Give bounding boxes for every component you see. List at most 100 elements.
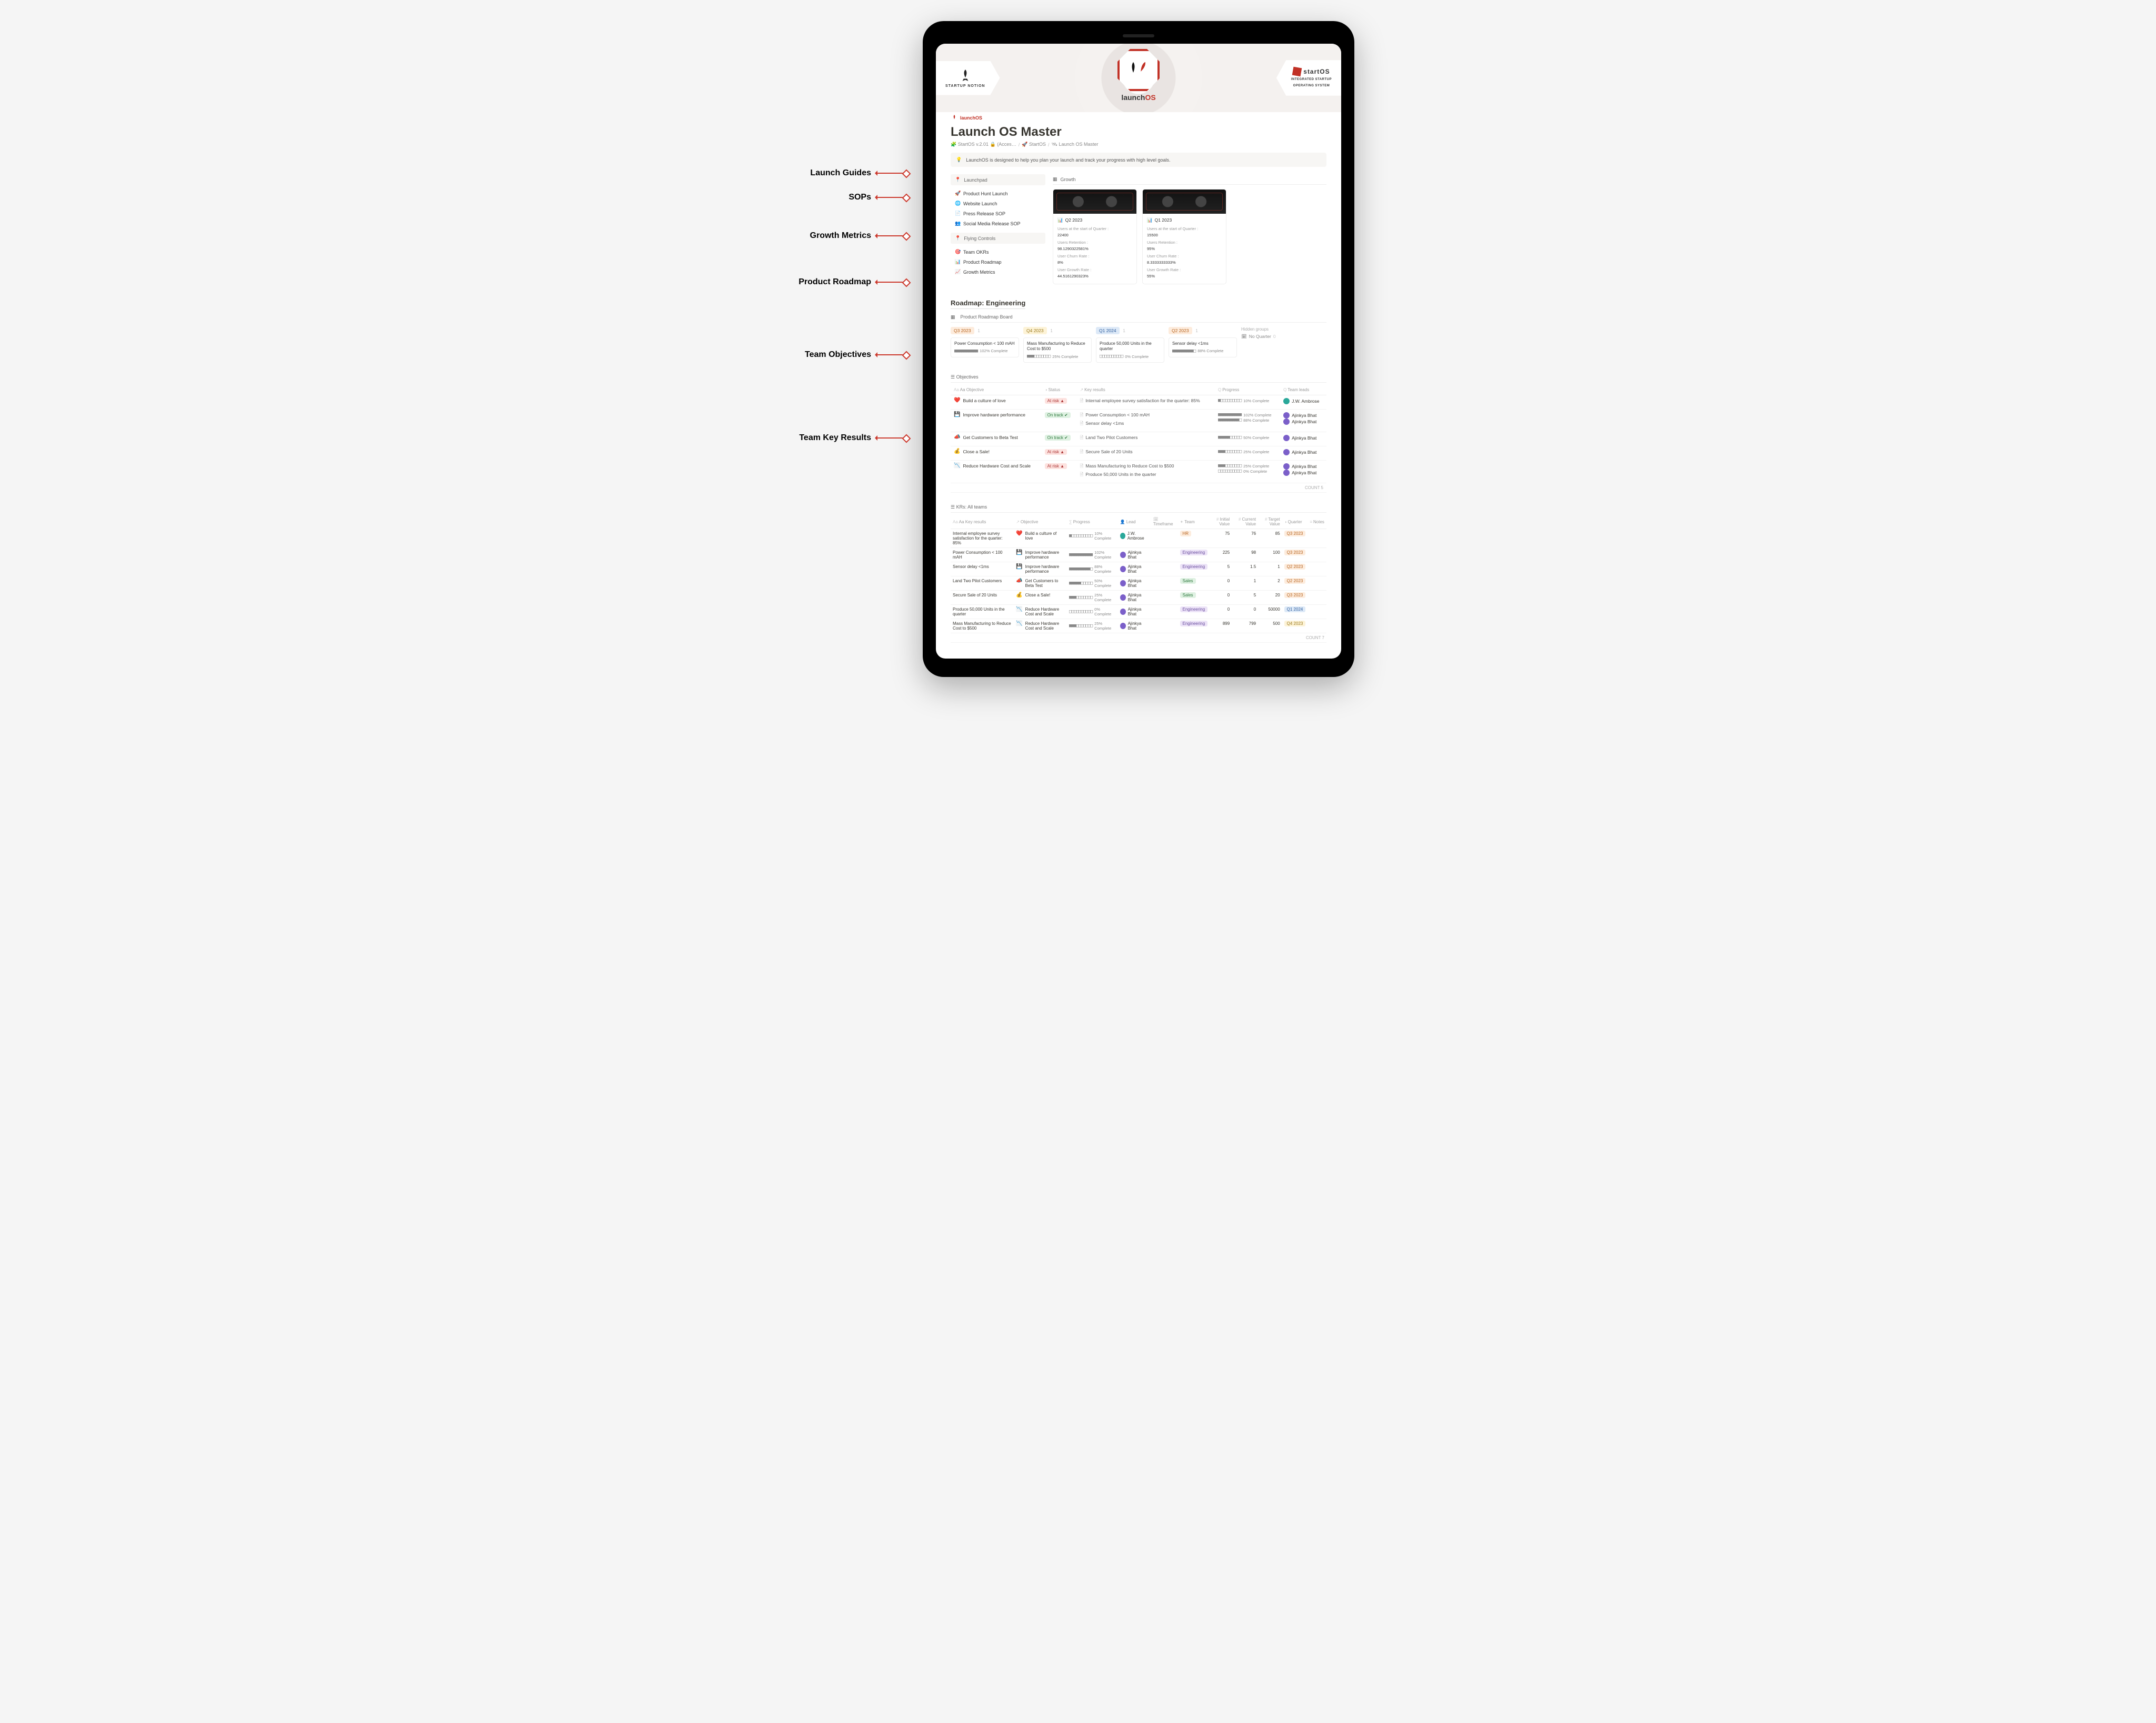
nav-item[interactable]: 🌐Website Launch (951, 198, 1045, 208)
nav-item[interactable]: 📊Product Roadmap (951, 257, 1045, 267)
kr-link[interactable]: 🗎Mass Manufacturing to Reduce Cost to $5… (1080, 463, 1211, 471)
breadcrumb-item[interactable]: 🚀 StartOS (1022, 142, 1046, 147)
doc-icon: 🗎 (1080, 435, 1083, 442)
table-row[interactable]: ❤️Build a culture of love At risk ▲ 🗎Int… (951, 395, 1326, 410)
lead[interactable]: Ajinkya Bhat (1120, 579, 1149, 588)
roadmap-tab[interactable]: ▦ Product Roadmap Board (951, 312, 1326, 323)
banner-left-label: STARTUP NOTION (945, 84, 985, 88)
timeframe (1151, 529, 1178, 548)
kr-objective-link[interactable]: 📉Reduce Hardware Cost and Scale (1016, 621, 1065, 631)
th-kr[interactable]: AaAa Key results (951, 515, 1014, 529)
lead[interactable]: Ajinkya Bhat (1283, 463, 1323, 470)
column-tag[interactable]: Q1 2024 (1096, 327, 1120, 334)
table-row[interactable]: 📣Get Customers to Beta Test On track ✔ 🗎… (951, 432, 1326, 446)
kr-link[interactable]: 🗎Power Consumption < 100 mAH (1080, 412, 1211, 420)
status-badge: At risk ▲ (1045, 449, 1067, 455)
banner-right-badge: startOS INTEGRATED STARTUP OPERATING SYS… (1276, 60, 1341, 96)
nav-item[interactable]: 📄Press Release SOP (951, 208, 1045, 218)
lead[interactable]: Ajinkya Bhat (1283, 412, 1323, 419)
table-row[interactable]: Secure Sale of 20 Units 💰Close a Sale! ■… (951, 591, 1326, 605)
board-card[interactable]: Mass Manufacturing to Reduce Cost to $50… (1023, 337, 1092, 363)
growth-card[interactable]: 📊Q2 2023 Users at the start of Quarter :… (1053, 189, 1137, 284)
th-initial[interactable]: #Initial Value (1210, 515, 1232, 529)
th-progress[interactable]: QProgress (1215, 385, 1280, 395)
th-objective[interactable]: AaAa Objective (951, 385, 1042, 395)
growth-tab[interactable]: ▦ Growth (1053, 174, 1326, 185)
table-row[interactable]: Land Two Pilot Customers 📣Get Customers … (951, 576, 1326, 591)
lead[interactable]: Ajinkya Bhat (1120, 550, 1149, 560)
kr-objective-link[interactable]: 💾Improve hardware performance (1016, 550, 1065, 560)
th-team[interactable]: ✦Team (1178, 515, 1210, 529)
arrow-icon (875, 197, 907, 198)
lead[interactable]: Ajinkya Bhat (1120, 564, 1149, 574)
growth-cards: 📊Q2 2023 Users at the start of Quarter :… (1053, 189, 1326, 284)
lead[interactable]: Ajinkya Bhat (1283, 470, 1323, 476)
th-lead[interactable]: 👤Lead (1118, 515, 1151, 529)
objective-title: Close a Sale! (963, 449, 990, 454)
kr-link[interactable]: 🗎Sensor delay <1ms (1080, 421, 1211, 428)
th-target[interactable]: #Target Value (1258, 515, 1282, 529)
no-quarter-item[interactable]: 🗓No Quarter 0 (1241, 334, 1299, 340)
breadcrumb-item[interactable]: 🧩 StartOS v.2.01 🔒 (Acces… (951, 142, 1016, 147)
table-row[interactable]: 📉Reduce Hardware Cost and Scale At risk … (951, 461, 1326, 483)
th-current[interactable]: #Current Value (1232, 515, 1258, 529)
th-status[interactable]: ◑Status (1042, 385, 1077, 395)
table-row[interactable]: 💰Close a Sale! At risk ▲ 🗎Secure Sale of… (951, 446, 1326, 461)
nav-item[interactable]: 🎯Team OKRs (951, 247, 1045, 257)
th-objective[interactable]: ↗Objective (1014, 515, 1067, 529)
kr-link[interactable]: 🗎Secure Sale of 20 Units (1080, 449, 1211, 456)
column-tag[interactable]: Q3 2023 (951, 327, 974, 334)
th-quarter[interactable]: ◑Quarter (1282, 515, 1308, 529)
th-progress[interactable]: ∑Progress (1067, 515, 1118, 529)
current-value: 76 (1232, 529, 1258, 548)
team-tag: Engineering (1180, 621, 1208, 626)
lead[interactable]: Ajinkya Bhat (1283, 435, 1323, 441)
th-team-leads[interactable]: QTeam leads (1280, 385, 1326, 395)
column-tag[interactable]: Q4 2023 (1023, 327, 1047, 334)
table-row[interactable]: Produce 50,000 Units in the quarter 📉Red… (951, 605, 1326, 619)
breadcrumb[interactable]: 🧩 StartOS v.2.01 🔒 (Acces… / 🚀 StartOS /… (951, 142, 1326, 147)
logo-octagon (1117, 49, 1160, 91)
kr-link[interactable]: 🗎Produce 50,000 Units in the quarter (1080, 472, 1211, 479)
lead[interactable]: Ajinkya Bhat (1120, 607, 1149, 616)
progress-bar: ■■■□□□□□□□ (1069, 595, 1092, 600)
kr-objective-link[interactable]: 💾Improve hardware performance (1016, 564, 1065, 574)
board-card[interactable]: Produce 50,000 Units in the quarter □□□□… (1096, 337, 1164, 363)
table-row[interactable]: Sensor delay <1ms 💾Improve hardware perf… (951, 562, 1326, 576)
th-timeframe[interactable]: 🗓Timeframe (1151, 515, 1178, 529)
kr-link[interactable]: 🗎Land Two Pilot Customers (1080, 435, 1211, 442)
kr-objective-link[interactable]: 💰Close a Sale! (1016, 593, 1065, 598)
objective-title: Get Customers to Beta Test (963, 435, 1017, 440)
table-row[interactable]: Power Consumption < 100 mAH 💾Improve har… (951, 548, 1326, 562)
board-card[interactable]: Power Consumption < 100 mAH ■■■■■■■■■■ 1… (951, 337, 1019, 357)
column-tag[interactable]: Q2 2023 (1169, 327, 1192, 334)
kr-objective-link[interactable]: 📣Get Customers to Beta Test (1016, 579, 1065, 588)
th-key-results[interactable]: ↗Key results (1076, 385, 1214, 395)
progress-bar: ■■■■■■■■■□ (1172, 348, 1195, 354)
lead[interactable]: J.W. Ambrose (1283, 398, 1323, 404)
progress-pct: 102% Complete (980, 348, 1007, 353)
table-row[interactable]: 💾Improve hardware performance On track ✔… (951, 410, 1326, 432)
table-row[interactable]: Internal employee survey satisfaction fo… (951, 529, 1326, 548)
notes (1307, 529, 1326, 548)
nav-item[interactable]: 👥Social Media Release SOP (951, 218, 1045, 228)
nav-item[interactable]: 📈Growth Metrics (951, 267, 1045, 277)
kr-objective-link[interactable]: ❤️Build a culture of love (1016, 531, 1065, 541)
board-icon: ▦ (951, 314, 955, 320)
breadcrumb-item[interactable]: 🛰 Launch OS Master (1052, 142, 1099, 147)
growth-card[interactable]: 📊Q1 2023 Users at the start of Quarter :… (1142, 189, 1226, 284)
nav-icon: 🎯 (955, 249, 960, 255)
board-card[interactable]: Sensor delay <1ms ■■■■■■■■■□ 88% Complet… (1169, 337, 1237, 357)
table-row[interactable]: Mass Manufacturing to Reduce Cost to $50… (951, 619, 1326, 633)
objectives-tab[interactable]: ☰ Objectives (951, 371, 1326, 383)
krs-tab[interactable]: ☰ KRs: All teams (951, 501, 1326, 513)
th-notes[interactable]: ≡Notes (1307, 515, 1326, 529)
lead[interactable]: Ajinkya Bhat (1120, 621, 1149, 631)
lead[interactable]: Ajinkya Bhat (1283, 449, 1323, 455)
lead[interactable]: Ajinkya Bhat (1283, 419, 1323, 425)
kr-link[interactable]: 🗎Internal employee survey satisfaction f… (1080, 398, 1211, 405)
nav-item[interactable]: 🚀Product Hunt Launch (951, 188, 1045, 198)
kr-objective-link[interactable]: 📉Reduce Hardware Cost and Scale (1016, 607, 1065, 616)
lead[interactable]: J.W. Ambrose (1120, 531, 1149, 541)
lead[interactable]: Ajinkya Bhat (1120, 593, 1149, 602)
